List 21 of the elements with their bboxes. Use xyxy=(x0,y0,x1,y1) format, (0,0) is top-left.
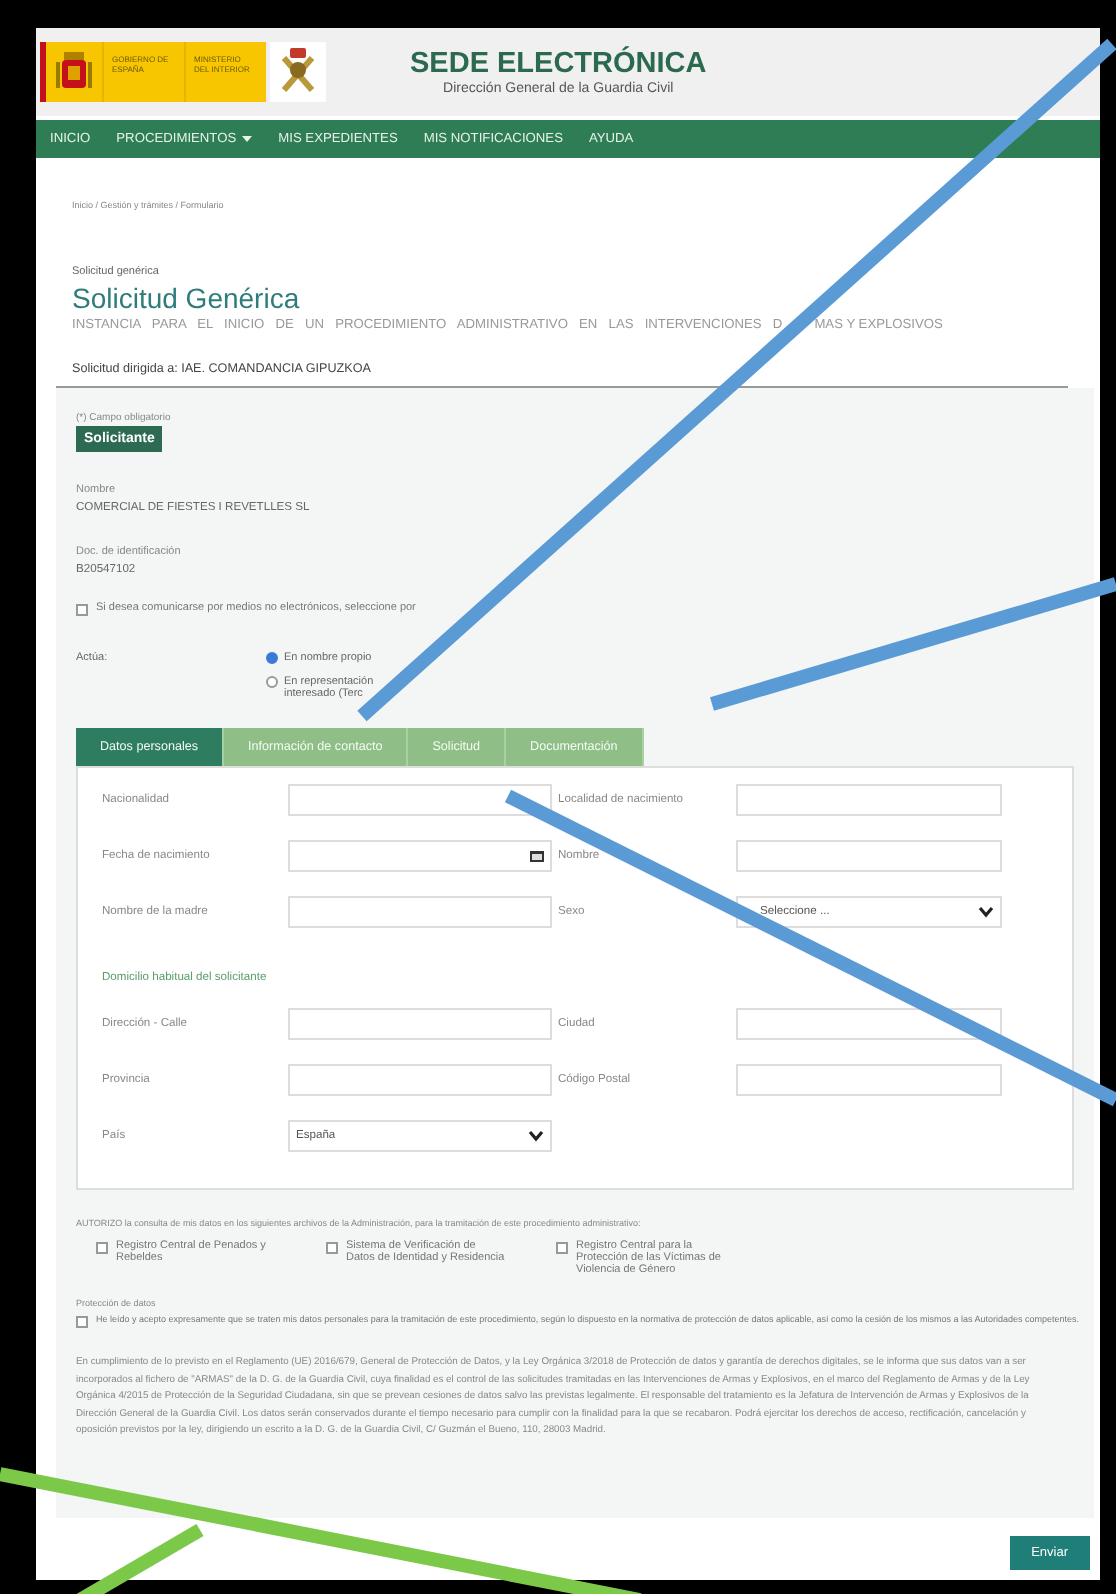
checkbox[interactable] xyxy=(96,1242,108,1254)
input-field[interactable] xyxy=(288,896,552,928)
input-field[interactable] xyxy=(288,1008,552,1040)
site-title: SEDE ELECTRÓNICA xyxy=(410,47,707,79)
radio-button[interactable] xyxy=(266,676,278,688)
chevron-down-icon xyxy=(528,1130,544,1142)
calendar-icon xyxy=(530,850,544,862)
checkbox[interactable] xyxy=(326,1242,338,1254)
input-field[interactable] xyxy=(736,840,1002,872)
checkbox[interactable] xyxy=(556,1242,568,1254)
radio-button[interactable] xyxy=(266,652,278,664)
checkbox[interactable] xyxy=(76,1316,88,1328)
input-field[interactable] xyxy=(288,1064,552,1096)
emblem-icon xyxy=(270,42,326,102)
form-title: Solicitud Genérica xyxy=(72,284,302,314)
input-field[interactable] xyxy=(288,784,552,816)
input-field[interactable] xyxy=(736,784,1002,816)
input-field[interactable] xyxy=(736,1064,1002,1096)
chevron-down-icon xyxy=(978,906,994,918)
checkbox[interactable] xyxy=(76,604,88,616)
date-field[interactable] xyxy=(288,840,552,872)
